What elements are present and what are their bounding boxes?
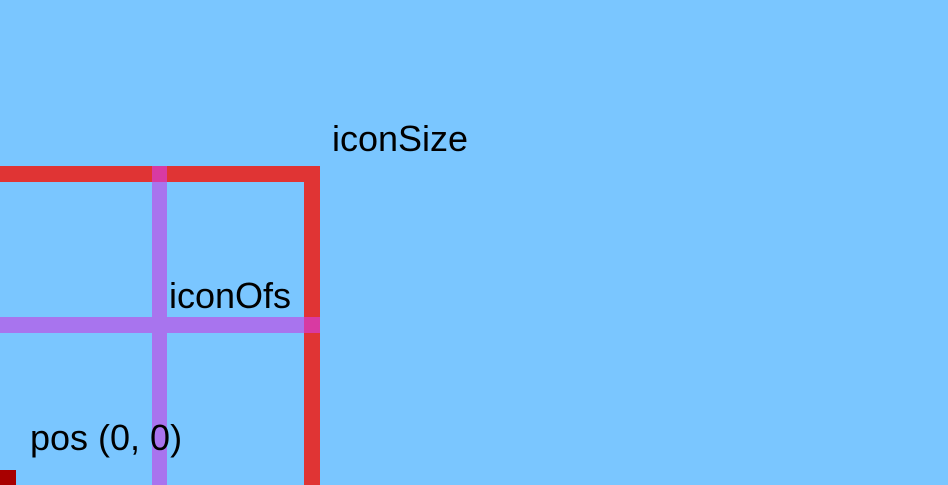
diagram-canvas: iconSize iconOfs pos (0, 0) <box>0 0 948 485</box>
icon-ofs-horizontal-guide <box>0 317 320 333</box>
overlap-right-horizontal <box>304 317 320 333</box>
position-label: pos (0, 0) <box>30 417 183 458</box>
icon-size-label: iconSize <box>332 118 469 159</box>
icon-offset-label: iconOfs <box>169 275 292 316</box>
overlap-top-vertical <box>152 166 167 182</box>
position-origin-marker <box>0 470 16 485</box>
